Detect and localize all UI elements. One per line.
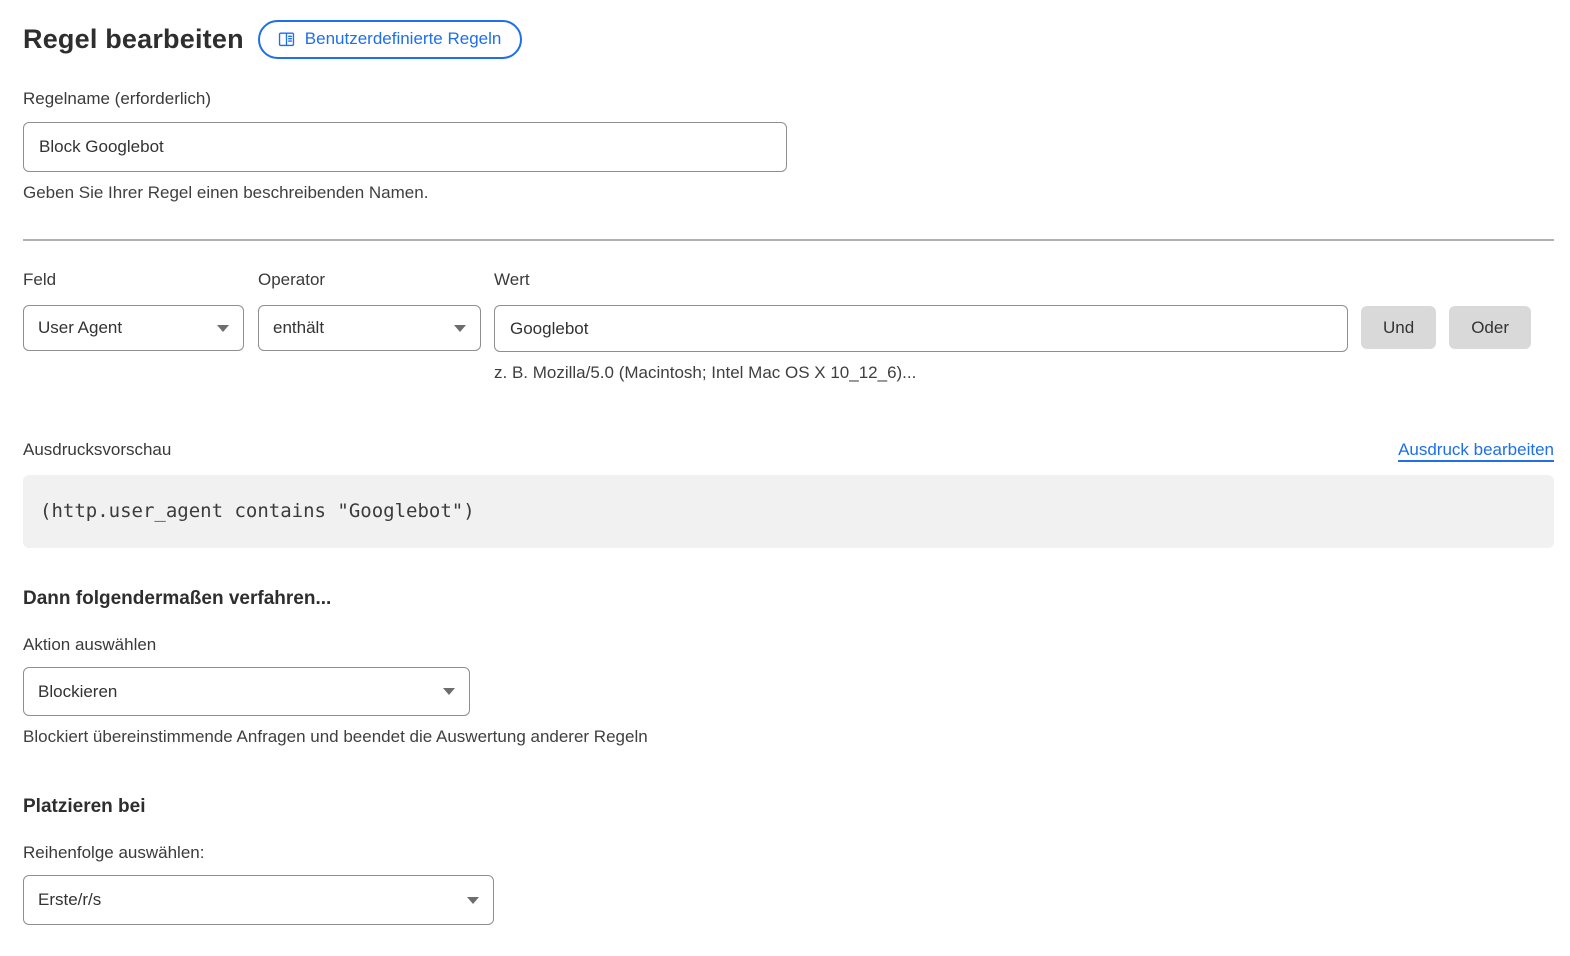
page-header: Regel bearbeiten Benutzerdefinierte Rege… <box>23 20 1554 59</box>
expression-code: (http.user_agent contains "Googlebot") <box>40 500 1537 522</box>
rule-name-section: Regelname (erforderlich) Geben Sie Ihrer… <box>23 89 1554 203</box>
action-label: Aktion auswählen <box>23 635 1554 655</box>
or-button[interactable]: Oder <box>1449 306 1531 349</box>
rule-name-input[interactable] <box>23 122 787 172</box>
page-title: Regel bearbeiten <box>23 24 244 55</box>
placement-section: Platzieren bei Reihenfolge auswählen: Er… <box>23 796 1554 925</box>
value-help: z. B. Mozilla/5.0 (Macintosh; Intel Mac … <box>494 363 1348 383</box>
action-select-value: Blockieren <box>38 682 117 702</box>
chevron-down-icon <box>217 325 229 332</box>
action-help: Blockiert übereinstimmende Anfragen und … <box>23 727 1554 747</box>
edit-expression-link[interactable]: Ausdruck bearbeiten <box>1398 440 1554 460</box>
field-select-value: User Agent <box>38 318 122 338</box>
edit-rule-page: Regel bearbeiten Benutzerdefinierte Rege… <box>0 0 1570 956</box>
order-label: Reihenfolge auswählen: <box>23 843 1554 863</box>
and-button[interactable]: Und <box>1361 306 1436 349</box>
custom-rules-docs-label: Benutzerdefinierte Regeln <box>305 28 502 50</box>
value-label: Wert <box>494 270 1348 290</box>
chevron-down-icon <box>454 325 466 332</box>
chevron-down-icon <box>443 688 455 695</box>
operator-select[interactable]: enthält <box>258 305 481 351</box>
value-input[interactable] <box>494 305 1348 352</box>
field-select[interactable]: User Agent <box>23 305 244 351</box>
section-divider <box>23 239 1554 241</box>
condition-section: Feld User Agent Operator enthält Wert z.… <box>23 270 1554 383</box>
operator-label: Operator <box>258 270 481 290</box>
field-label: Feld <box>23 270 244 290</box>
action-section: Dann folgendermaßen verfahren... Aktion … <box>23 588 1554 747</box>
order-select-value: Erste/r/s <box>38 890 101 910</box>
custom-rules-docs-button[interactable]: Benutzerdefinierte Regeln <box>258 20 523 59</box>
action-select[interactable]: Blockieren <box>23 667 470 716</box>
expression-section: Ausdrucksvorschau Ausdruck bearbeiten (h… <box>23 440 1554 548</box>
action-heading: Dann folgendermaßen verfahren... <box>23 588 1554 610</box>
open-book-icon <box>277 30 296 49</box>
order-select[interactable]: Erste/r/s <box>23 875 494 925</box>
operator-select-value: enthält <box>273 318 324 338</box>
chevron-down-icon <box>467 897 479 904</box>
rule-name-help: Geben Sie Ihrer Regel einen beschreibend… <box>23 183 1554 203</box>
placement-heading: Platzieren bei <box>23 796 1554 818</box>
rule-name-label: Regelname (erforderlich) <box>23 89 1554 109</box>
expression-preview-box: (http.user_agent contains "Googlebot") <box>23 475 1554 548</box>
expression-preview-label: Ausdrucksvorschau <box>23 440 171 460</box>
